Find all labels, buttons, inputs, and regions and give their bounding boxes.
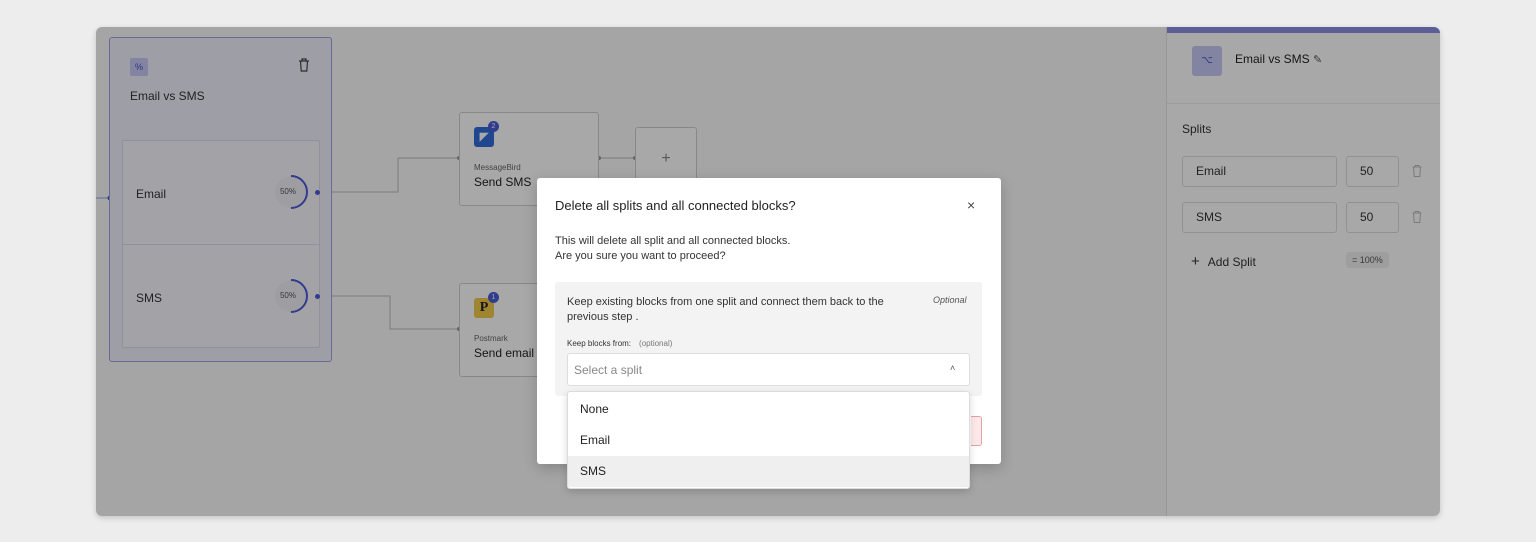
- option-text: Keep existing blocks from one split and …: [567, 296, 884, 323]
- split-select[interactable]: Select a split ˄: [567, 353, 970, 386]
- dropdown-option-email[interactable]: Email: [568, 425, 969, 456]
- description-line: This will delete all split and all conne…: [555, 235, 791, 247]
- chevron-up-icon: ˄: [950, 363, 956, 373]
- description-line: Are you sure you want to proceed?: [555, 250, 726, 262]
- select-placeholder: Select a split: [574, 363, 643, 377]
- optional-tag: Optional: [933, 295, 967, 305]
- delete-button[interactable]: [971, 416, 982, 446]
- dialog-title: Delete all splits and all connected bloc…: [555, 198, 796, 213]
- keep-label-text: Keep blocks from:: [567, 339, 632, 348]
- dialog-description: This will delete all split and all conne…: [555, 234, 790, 264]
- keep-blocks-option: Keep existing blocks from one split and …: [555, 282, 982, 396]
- close-icon[interactable]: ×: [967, 197, 975, 213]
- keep-blocks-label: Keep blocks from: (optional): [567, 339, 672, 348]
- dropdown-option-sms[interactable]: SMS: [568, 456, 969, 487]
- split-dropdown-menu: None Email SMS: [567, 391, 970, 489]
- keep-label-hint: (optional): [639, 339, 673, 348]
- dropdown-option-none[interactable]: None: [568, 394, 969, 425]
